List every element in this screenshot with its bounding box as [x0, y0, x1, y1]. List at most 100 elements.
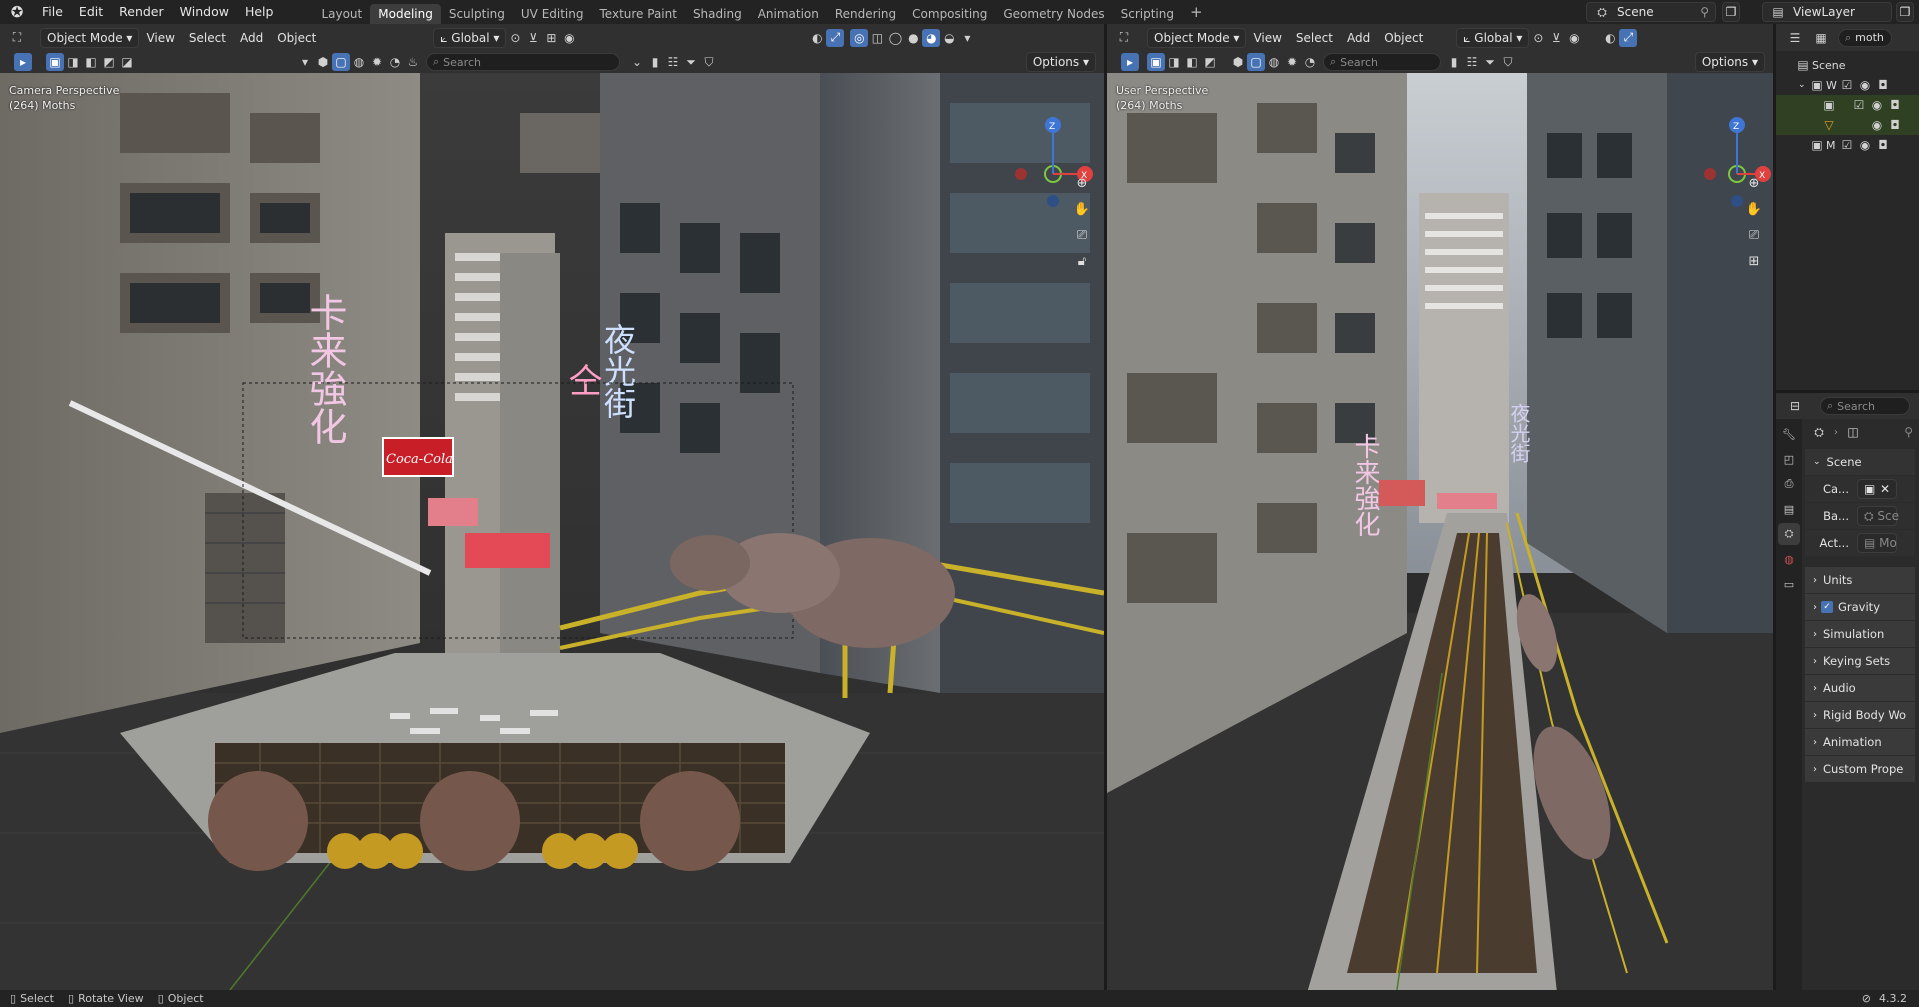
gizmo-toggle-icon[interactable]: ⤢: [1619, 28, 1638, 47]
menu-select[interactable]: Select: [182, 31, 233, 45]
visibility-icon[interactable]: ◐: [808, 29, 826, 47]
gizmo-neg-x[interactable]: [1704, 168, 1716, 180]
eye-icon[interactable]: ◉: [1856, 136, 1874, 154]
camera-field[interactable]: ▣ ✕: [1857, 479, 1897, 499]
scene-panel-header[interactable]: ⌄ Scene: [1805, 449, 1915, 476]
shading-options-icon[interactable]: ▾: [958, 29, 976, 47]
menu-edit[interactable]: Edit: [71, 0, 111, 24]
tab-geometry-nodes[interactable]: Geometry Nodes: [995, 4, 1112, 24]
lock-camera-icon[interactable]: 🔓︎: [1072, 251, 1092, 271]
background-scene-field[interactable]: ⛭ Sce: [1857, 506, 1899, 526]
tab-sculpting[interactable]: Sculpting: [441, 4, 513, 24]
bookmark-icon[interactable]: ▮: [646, 53, 664, 71]
new-view-layer-icon[interactable]: ❐: [1896, 2, 1914, 22]
select-tool-icon[interactable]: ▸: [14, 53, 32, 71]
pin-icon[interactable]: ⚲: [1904, 425, 1913, 439]
light-filter-icon[interactable]: ✹: [368, 53, 386, 71]
left-3d-viewport[interactable]: 卡来強化 夜光街 仝 Coca-Cola Z X Camera Perspect…: [0, 73, 1104, 990]
menu-object[interactable]: Object: [270, 31, 323, 45]
rendered-shading-icon[interactable]: ◒: [940, 29, 958, 47]
outliner-search-input[interactable]: ⌕ moth: [1838, 28, 1892, 47]
eye-icon[interactable]: ◉: [1856, 76, 1874, 94]
camera-render-icon[interactable]: ◘: [1874, 76, 1892, 94]
select-tool-icon[interactable]: ▸: [1121, 53, 1139, 71]
bookmark-icon[interactable]: ▮: [1445, 53, 1463, 71]
scene-collection-icon[interactable]: ⬢: [1229, 53, 1247, 71]
menu-select[interactable]: Select: [1289, 31, 1340, 45]
units-panel[interactable]: › Units: [1805, 567, 1915, 594]
camera-view-icon[interactable]: ⎚: [1072, 225, 1092, 245]
tab-texture-paint[interactable]: Texture Paint: [592, 4, 685, 24]
display-mode-icon[interactable]: ▦: [1812, 29, 1830, 47]
menu-add[interactable]: Add: [1340, 31, 1377, 45]
snap-target-icon[interactable]: ⊞: [542, 29, 560, 47]
gravity-panel[interactable]: › ✓ Gravity: [1805, 594, 1915, 621]
outliner-editor-icon[interactable]: ☰: [1786, 29, 1804, 47]
checkbox-icon[interactable]: ☑: [1838, 76, 1856, 94]
animation-panel[interactable]: › Animation: [1805, 729, 1915, 756]
gravity-checkbox[interactable]: ✓: [1821, 601, 1833, 613]
select-extend-icon[interactable]: ◨: [1165, 53, 1183, 71]
menu-window[interactable]: Window: [172, 0, 237, 24]
light-filter-icon[interactable]: ✹: [1283, 53, 1301, 71]
zoom-icon[interactable]: ⊕: [1744, 173, 1764, 193]
gizmo-toggle-icon[interactable]: ⤢: [826, 28, 845, 47]
outliner-row-child-2[interactable]: ▽ ◉ ◘: [1776, 115, 1919, 135]
menu-file[interactable]: File: [34, 0, 71, 24]
simulation-panel[interactable]: › Simulation: [1805, 621, 1915, 648]
camera-render-icon[interactable]: ◘: [1886, 96, 1904, 114]
orientation-dropdown[interactable]: ⟀ Global ▾: [1456, 27, 1530, 48]
blender-logo-icon[interactable]: ✪: [0, 0, 34, 24]
active-clip-field[interactable]: ▤ Mo: [1857, 533, 1897, 553]
keying-sets-panel[interactable]: › Keying Sets: [1805, 648, 1915, 675]
outliner-row-collection-m[interactable]: ▣ M ☑ ◉ ◘: [1776, 135, 1919, 155]
menu-add[interactable]: Add: [233, 31, 270, 45]
xray-icon[interactable]: ◫: [868, 29, 886, 47]
search-options-icon[interactable]: ⌄: [628, 53, 646, 71]
tab-compositing[interactable]: Compositing: [904, 4, 995, 24]
tab-scripting[interactable]: Scripting: [1113, 4, 1182, 24]
outliner-row-scene[interactable]: ▤ Scene: [1776, 55, 1919, 75]
options-dropdown[interactable]: Options ▾: [1694, 52, 1765, 72]
filter-funnel-icon[interactable]: ⏷: [1481, 53, 1499, 71]
menu-help[interactable]: Help: [237, 0, 282, 24]
add-workspace-button[interactable]: +: [1182, 0, 1211, 24]
mesh-filter-icon[interactable]: ◍: [350, 53, 368, 71]
rigid-body-panel[interactable]: › Rigid Body Wo: [1805, 702, 1915, 729]
eye-icon[interactable]: ◉: [1868, 116, 1886, 134]
mode-dropdown[interactable]: Object Mode ▾: [1147, 27, 1247, 48]
scene-selector[interactable]: ⛭ Scene ⚲: [1586, 2, 1716, 22]
options-dropdown[interactable]: Options ▾: [1025, 52, 1096, 72]
object-type-icon[interactable]: ▢: [1247, 53, 1265, 71]
audio-panel[interactable]: › Audio: [1805, 675, 1915, 702]
checkbox-icon[interactable]: ☑: [1850, 96, 1868, 114]
eye-icon[interactable]: ◉: [1868, 96, 1886, 114]
tab-rendering[interactable]: Rendering: [827, 4, 904, 24]
properties-editor-icon[interactable]: ⊟: [1786, 397, 1804, 415]
pivot-icon[interactable]: ⊙: [1529, 29, 1547, 47]
mode-dropdown[interactable]: Object Mode ▾: [40, 27, 140, 48]
view-layer-selector[interactable]: ▤ ViewLayer: [1762, 2, 1892, 22]
right-3d-viewport[interactable]: 卡来強化 夜光街 Z X User Perspective (264) Moth…: [1107, 73, 1773, 990]
editor-type-icon[interactable]: ⛶: [1115, 29, 1133, 47]
menu-view[interactable]: View: [1246, 31, 1288, 45]
camera-filter-icon[interactable]: ◔: [1301, 53, 1319, 71]
filter-funnel-icon[interactable]: ⏷: [682, 53, 700, 71]
mesh-filter-icon[interactable]: ◍: [1265, 53, 1283, 71]
select-invert-icon[interactable]: ◩: [100, 53, 118, 71]
scene-collection-icon[interactable]: ⬢: [314, 53, 332, 71]
tab-animation[interactable]: Animation: [750, 4, 827, 24]
clear-icon[interactable]: ✕: [1880, 480, 1890, 498]
zoom-icon[interactable]: ⊕: [1072, 173, 1092, 193]
shield-icon[interactable]: ⛉: [700, 53, 718, 71]
orientation-dropdown[interactable]: ⟀ Global ▾: [433, 27, 507, 48]
camera-filter-icon[interactable]: ◔: [386, 53, 404, 71]
shield-icon[interactable]: ⛉: [1499, 53, 1517, 71]
gizmo-neg-x[interactable]: [1015, 168, 1027, 180]
select-subtract-icon[interactable]: ◧: [82, 53, 100, 71]
menu-view[interactable]: View: [139, 31, 181, 45]
select-invert-icon[interactable]: ◩: [1201, 53, 1219, 71]
search-input[interactable]: ⌕ Search: [426, 53, 620, 71]
new-scene-icon[interactable]: ❐: [1722, 2, 1740, 22]
tab-uv-editing[interactable]: UV Editing: [513, 4, 592, 24]
